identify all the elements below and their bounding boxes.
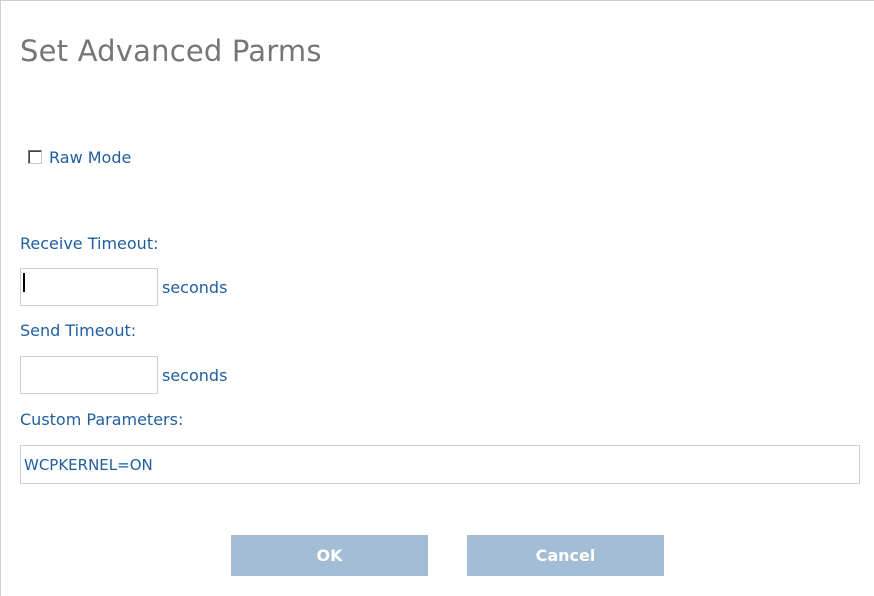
receive-timeout-input[interactable] [20,268,158,306]
dialog-title: Set Advanced Parms [20,34,322,68]
receive-timeout-unit: seconds [162,278,228,297]
custom-parameters-label: Custom Parameters: [20,410,184,429]
text-cursor [23,273,25,292]
send-timeout-label: Send Timeout: [20,321,137,340]
send-timeout-unit: seconds [162,366,228,385]
cancel-button[interactable]: Cancel [467,535,664,576]
raw-mode-checkbox[interactable] [28,150,42,164]
advanced-parms-dialog: Set Advanced Parms Raw Mode Receive Time… [0,0,874,596]
raw-mode-label[interactable]: Raw Mode [49,148,131,167]
send-timeout-input[interactable] [20,356,158,394]
ok-button[interactable]: OK [231,535,428,576]
custom-parameters-input[interactable] [20,445,860,484]
raw-mode-row: Raw Mode [28,147,131,167]
receive-timeout-label: Receive Timeout: [20,234,159,253]
